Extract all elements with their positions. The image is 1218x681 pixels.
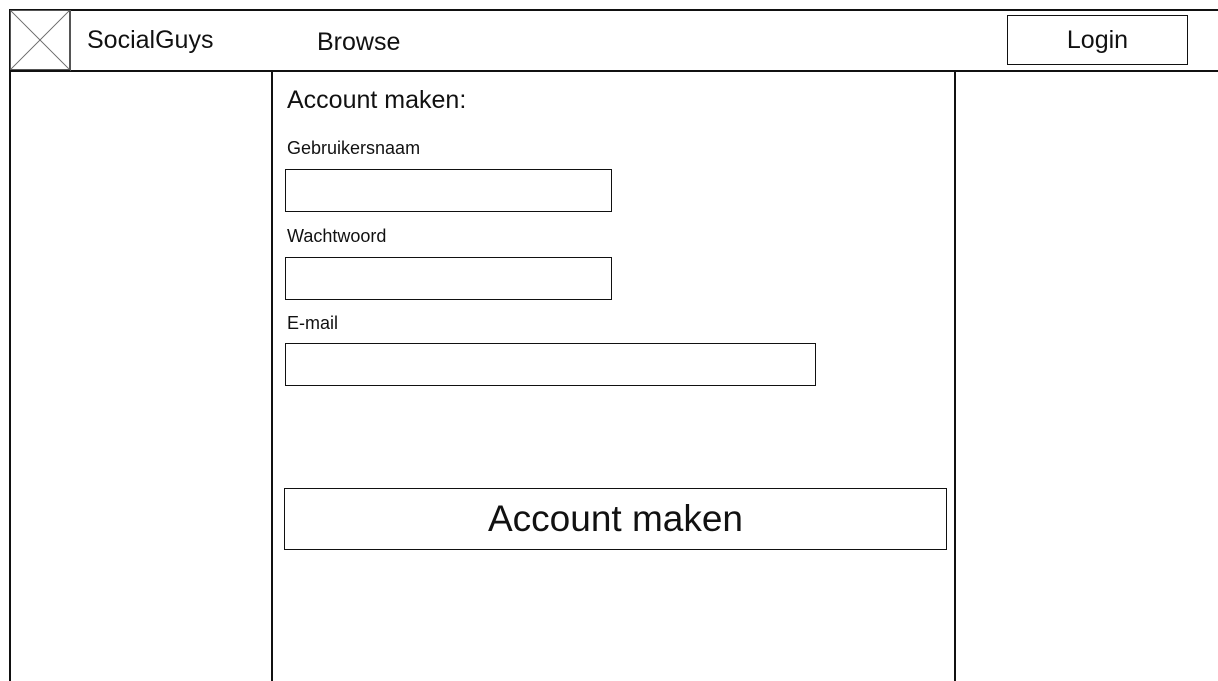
frame-top-border [10,9,1218,11]
header-divider [10,70,1218,72]
login-button[interactable]: Login [1007,15,1188,65]
username-field[interactable] [285,169,612,212]
create-account-button[interactable]: Account maken [284,488,947,550]
frame-left-border [9,9,11,681]
username-label: Gebruikersnaam [287,138,421,158]
right-column-divider [954,71,956,681]
image-placeholder-icon [11,11,69,69]
browse-link[interactable]: Browse [317,28,400,57]
logo-placeholder[interactable] [10,10,70,70]
password-field[interactable] [285,257,612,300]
logo-divider [70,10,71,71]
password-label: Wachtwoord [287,226,387,246]
wireframe-page: SocialGuys Browse Login Account maken: G… [0,0,1218,681]
left-column-divider [271,71,273,681]
email-label: E-mail [287,313,339,333]
form-title: Account maken: [287,86,467,114]
brand-name: SocialGuys [87,26,214,54]
email-field[interactable] [285,343,816,386]
